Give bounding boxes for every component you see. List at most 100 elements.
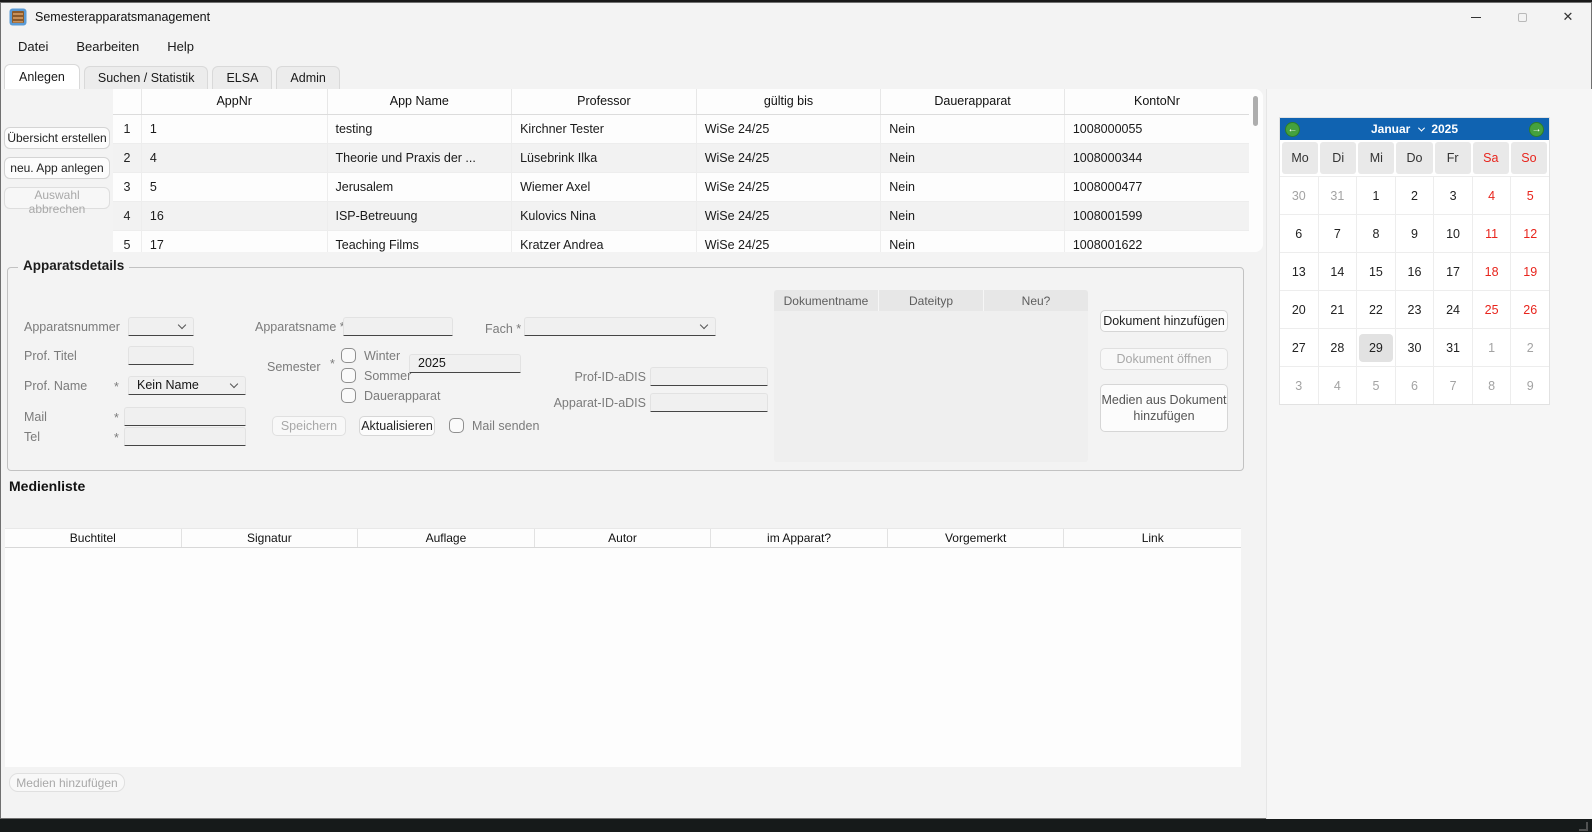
dokument-hinzufuegen-button[interactable]: Dokument hinzufügen xyxy=(1100,310,1228,332)
calendar-day[interactable]: 1 xyxy=(1357,177,1395,214)
calendar-day[interactable]: 30 xyxy=(1396,329,1434,366)
calendar-prev-month-icon[interactable]: ← xyxy=(1285,122,1300,137)
calendar-day[interactable]: 14 xyxy=(1319,253,1357,290)
winter-radio[interactable] xyxy=(341,348,356,363)
calendar-day[interactable]: 10 xyxy=(1434,215,1472,252)
table-row[interactable]: 3 5 Jerusalem Wiemer Axel WiSe 24/25 Nei… xyxy=(113,172,1249,201)
calendar-day[interactable]: 27 xyxy=(1280,329,1318,366)
calendar-day[interactable]: 17 xyxy=(1434,253,1472,290)
calendar-day[interactable]: 3 xyxy=(1434,177,1472,214)
calendar-day[interactable]: 20 xyxy=(1280,291,1318,328)
sommer-radio-label: Sommer xyxy=(364,369,411,383)
dauerapparat-cell: Nein xyxy=(881,114,1065,143)
calendar-day[interactable]: 21 xyxy=(1319,291,1357,328)
medienliste-header: Buchtitel Signatur Auflage Autor im Appa… xyxy=(5,528,1241,548)
calendar-day[interactable]: 6 xyxy=(1280,215,1318,252)
maximize-button[interactable] xyxy=(1499,3,1545,31)
sidebar-button[interactable]: Auswahl abbrechen xyxy=(4,187,110,209)
calendar-day[interactable]: 2 xyxy=(1396,177,1434,214)
sidebar-button[interactable]: Übersicht erstellen xyxy=(4,127,110,149)
calendar-day[interactable]: 26 xyxy=(1511,291,1549,328)
table-row[interactable]: 1 1 testing Kirchner Tester WiSe 24/25 N… xyxy=(113,114,1249,143)
resize-grip[interactable] xyxy=(1579,822,1588,831)
calendar-day[interactable]: 9 xyxy=(1511,367,1549,404)
sommer-radio[interactable] xyxy=(341,368,356,383)
calendar-day[interactable]: 11 xyxy=(1473,215,1511,252)
calendar-day[interactable]: 4 xyxy=(1473,177,1511,214)
calendar-day[interactable]: 3 xyxy=(1280,367,1318,404)
tab[interactable]: Admin xyxy=(276,66,339,89)
calendar-day[interactable]: 29 xyxy=(1357,329,1395,366)
calendar-day[interactable]: 4 xyxy=(1319,367,1357,404)
calendar-day[interactable]: 8 xyxy=(1473,367,1511,404)
apparatsnummer-select[interactable] xyxy=(128,317,194,336)
dauerapparat-radio[interactable] xyxy=(341,388,356,403)
calendar-day[interactable]: 6 xyxy=(1396,367,1434,404)
calendar-day[interactable]: 5 xyxy=(1357,367,1395,404)
calendar-day[interactable]: 28 xyxy=(1319,329,1357,366)
table-row[interactable]: 5 17 Teaching Films Kratzer Andrea WiSe … xyxy=(113,230,1249,252)
calendar-day[interactable]: 8 xyxy=(1357,215,1395,252)
aktualisieren-button[interactable]: Aktualisieren xyxy=(359,416,435,436)
calendar-day[interactable]: 25 xyxy=(1473,291,1511,328)
prof-name-select[interactable]: Kein Name xyxy=(128,376,246,395)
calendar-day[interactable]: 31 xyxy=(1319,177,1357,214)
right-panel: ← Januar 2025 → Mo Di Mi xyxy=(1266,89,1592,820)
column-header-appname: App Name xyxy=(327,89,512,114)
calendar-day[interactable]: 19 xyxy=(1511,253,1549,290)
prof-titel-field[interactable] xyxy=(128,346,194,365)
weekday-label: Sa xyxy=(1473,142,1509,174)
medienliste-body xyxy=(5,548,1241,767)
calendar-day[interactable]: 15 xyxy=(1357,253,1395,290)
calendar-day[interactable]: 18 xyxy=(1473,253,1511,290)
mail-field[interactable] xyxy=(124,407,246,426)
fach-select[interactable] xyxy=(524,317,716,336)
tab[interactable]: ELSA xyxy=(212,66,272,89)
documents-table: Dokumentname Dateityp Neu? xyxy=(774,290,1088,462)
table-scrollbar[interactable] xyxy=(1253,96,1258,126)
gueltig-cell: WiSe 24/25 xyxy=(696,230,881,252)
calendar-month-year[interactable]: Januar 2025 xyxy=(1371,122,1458,136)
calendar-day[interactable]: 16 xyxy=(1396,253,1434,290)
tel-field[interactable] xyxy=(124,427,246,446)
calendar-day[interactable]: 24 xyxy=(1434,291,1472,328)
prof-id-adis-field[interactable] xyxy=(650,367,768,386)
calendar-weekday-row: Mo Di Mi Do Fr Sa So xyxy=(1280,140,1549,176)
calendar-day[interactable]: 12 xyxy=(1511,215,1549,252)
menu-item[interactable]: Help xyxy=(153,35,208,58)
calendar-next-month-icon[interactable]: → xyxy=(1529,122,1544,137)
calendar-day[interactable]: 5 xyxy=(1511,177,1549,214)
tel-required-mark: * xyxy=(114,431,119,445)
table-row[interactable]: 2 4 Theorie und Praxis der ... Lüsebrink… xyxy=(113,143,1249,172)
calendar-day[interactable]: 1 xyxy=(1473,329,1511,366)
close-button[interactable]: ✕ xyxy=(1545,3,1591,31)
calendar-day[interactable]: 7 xyxy=(1319,215,1357,252)
mail-senden-checkbox[interactable] xyxy=(449,418,464,433)
gueltig-cell: WiSe 24/25 xyxy=(696,143,881,172)
apparatsname-field[interactable] xyxy=(343,317,453,336)
sidebar-button[interactable]: neu. App anlegen xyxy=(4,157,110,179)
calendar-day[interactable]: 23 xyxy=(1396,291,1434,328)
calendar-day[interactable]: 30 xyxy=(1280,177,1318,214)
minimize-button[interactable] xyxy=(1453,3,1499,31)
calendar-day[interactable]: 13 xyxy=(1280,253,1318,290)
semester-year-field[interactable]: 2025 xyxy=(409,354,521,373)
tab[interactable]: Suchen / Statistik xyxy=(84,66,209,89)
calendar-day[interactable]: 22 xyxy=(1357,291,1395,328)
prof-name-required-mark: * xyxy=(114,380,119,394)
menu-item[interactable]: Bearbeiten xyxy=(62,35,153,58)
row-number-cell: 1 xyxy=(113,114,141,143)
calendar-day[interactable]: 7 xyxy=(1434,367,1472,404)
menu-item[interactable]: Datei xyxy=(4,35,62,58)
gueltig-cell: WiSe 24/25 xyxy=(696,114,881,143)
calendar-day[interactable]: 2 xyxy=(1511,329,1549,366)
calendar-day[interactable]: 31 xyxy=(1434,329,1472,366)
appnr-cell: 16 xyxy=(141,201,327,230)
media-column-buchtitel: Buchtitel xyxy=(5,529,182,547)
tab[interactable]: Anlegen xyxy=(4,64,80,89)
apparat-id-adis-field[interactable] xyxy=(650,393,768,412)
medien-aus-dokument-button[interactable]: Medien aus Dokument hinzufügen xyxy=(1100,384,1228,432)
apps-table-header-row: AppNr App Name Professor gültig bis Daue… xyxy=(113,89,1249,114)
calendar-day[interactable]: 9 xyxy=(1396,215,1434,252)
table-row[interactable]: 4 16 ISP-Betreuung Kulovics Nina WiSe 24… xyxy=(113,201,1249,230)
